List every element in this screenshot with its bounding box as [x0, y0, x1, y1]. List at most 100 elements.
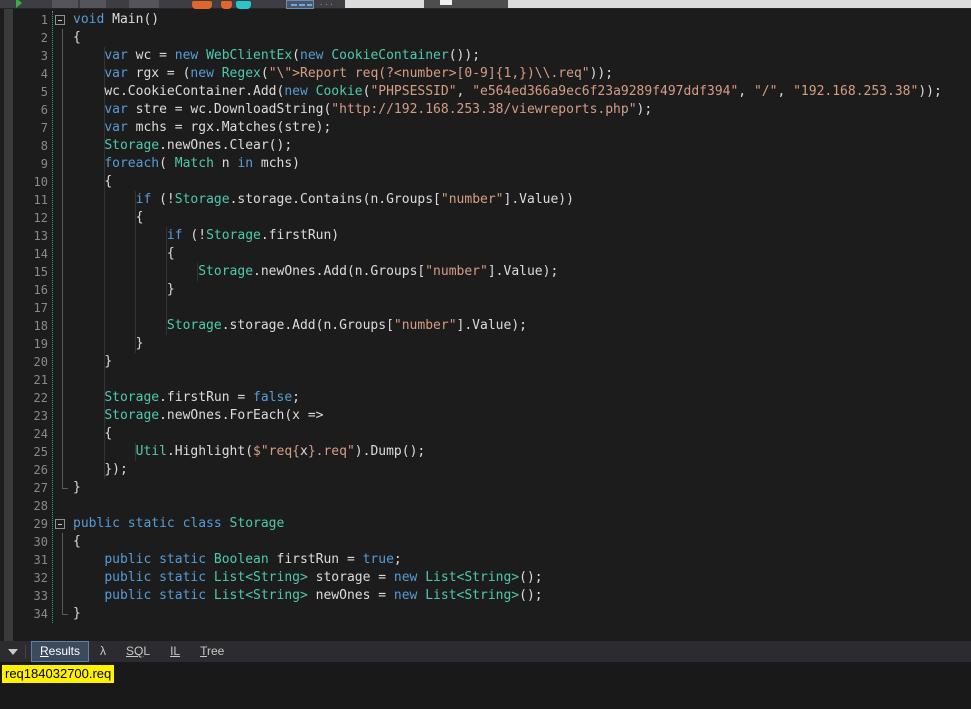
line-number: 25 — [0, 443, 48, 461]
line-number: 20 — [0, 353, 48, 371]
results-grid-toggle[interactable] — [286, 0, 314, 9]
code-line: 22 Storage.firstRun = false; — [0, 389, 971, 407]
pause-button[interactable] — [52, 0, 78, 8]
line-number: 7 — [0, 119, 48, 137]
tab-lambda[interactable]: λ — [91, 641, 115, 662]
toolbar-button[interactable] — [129, 0, 159, 8]
line-number: 1 — [0, 11, 48, 29]
line-number: 15 — [0, 263, 48, 281]
code-line: 14 { — [0, 245, 971, 263]
code-text: public static class Storage — [73, 515, 284, 533]
code-line: 27} — [0, 479, 971, 497]
code-text: } — [73, 281, 175, 299]
code-line: 26 }); — [0, 461, 971, 479]
code-line: 20 } — [0, 353, 971, 371]
code-line: 33 public static List<String> newOnes = … — [0, 587, 971, 605]
code-text: var mchs = rgx.Matches(stre); — [73, 119, 331, 137]
code-text: } — [73, 479, 81, 497]
code-line: 24 { — [0, 425, 971, 443]
code-line: 10 { — [0, 173, 971, 191]
fold-toggle-minus-icon[interactable] — [55, 519, 65, 529]
line-number: 14 — [0, 245, 48, 263]
code-line: 1 void Main() — [0, 11, 971, 29]
analyze-icon[interactable] — [236, 1, 251, 9]
code-line: 19 } — [0, 335, 971, 353]
tab-tree[interactable]: Tree — [191, 641, 233, 662]
toolbar-glyph-icon — [440, 0, 452, 5]
line-number: 28 — [0, 497, 48, 515]
line-number: 26 — [0, 461, 48, 479]
connection-selector[interactable] — [508, 0, 971, 8]
line-number: 22 — [0, 389, 48, 407]
code-text: Storage.newOnes.Add(n.Groups["number"].V… — [73, 263, 558, 281]
line-number: 31 — [0, 551, 48, 569]
fold-toggle-minus-icon[interactable] — [55, 15, 65, 25]
language-selector[interactable] — [345, 0, 424, 8]
code-text: var rgx = (new Regex("\">Report req(?<nu… — [73, 65, 613, 83]
toolbar-dark-section[interactable] — [424, 0, 508, 8]
code-line: 13 if (!Storage.firstRun) — [0, 227, 971, 245]
line-number: 6 — [0, 101, 48, 119]
stop-button[interactable] — [80, 0, 106, 8]
code-text: Storage.newOnes.Clear(); — [73, 137, 292, 155]
code-line: 8 Storage.newOnes.Clear(); — [0, 137, 971, 155]
line-number: 19 — [0, 335, 48, 353]
code-text: { — [73, 173, 112, 191]
code-line: 28 — [0, 497, 971, 515]
code-line: 2{ — [0, 29, 971, 47]
line-number: 12 — [0, 209, 48, 227]
code-text: if (!Storage.firstRun) — [73, 227, 339, 245]
tab-il[interactable]: IL — [161, 641, 189, 662]
code-text: Util.Highlight($"req{x}.req").Dump(); — [73, 443, 425, 461]
code-text: foreach( Match n in mchs) — [73, 155, 300, 173]
code-line: 18 Storage.storage.Add(n.Groups["number"… — [0, 317, 971, 335]
code-text: Storage.storage.Add(n.Groups["number"].V… — [73, 317, 527, 335]
flame-small-icon[interactable] — [221, 1, 232, 9]
code-editor[interactable]: 1void Main()2{3 var wc = new WebClientEx… — [0, 9, 971, 641]
code-line: 32 public static List<String> storage = … — [0, 569, 971, 587]
code-line: 29 public static class Storage — [0, 515, 971, 533]
code-text: var wc = new WebClientEx(new CookieConta… — [73, 47, 480, 65]
line-number: 2 — [0, 29, 48, 47]
code-text: { — [73, 533, 81, 551]
code-text: public static Boolean firstRun = true; — [73, 551, 402, 569]
code-text: } — [73, 335, 143, 353]
line-number: 10 — [0, 173, 48, 191]
code-lines: 1void Main()2{3 var wc = new WebClientEx… — [0, 11, 971, 623]
line-number: 8 — [0, 137, 48, 155]
code-text: } — [73, 605, 81, 623]
code-line: 3 var wc = new WebClientEx(new CookieCon… — [0, 47, 971, 65]
code-text: { — [73, 245, 175, 263]
code-text: { — [73, 425, 112, 443]
results-panel: req184032700.req — [0, 662, 971, 709]
code-line: 21 — [0, 371, 971, 389]
line-number: 13 — [0, 227, 48, 245]
code-line: 15 Storage.newOnes.Add(n.Groups["number"… — [0, 263, 971, 281]
tab-results[interactable]: Results — [31, 641, 89, 662]
run-icon[interactable] — [16, 0, 22, 8]
tab-divider — [25, 645, 26, 658]
collapse-panel-arrow-icon[interactable] — [8, 649, 18, 655]
line-number: 29 — [0, 515, 48, 533]
code-text: public static List<String> storage = new… — [73, 569, 543, 587]
line-number: 5 — [0, 83, 48, 101]
line-number: 27 — [0, 479, 48, 497]
code-text: wc.CookieContainer.Add(new Cookie("PHPSE… — [73, 83, 942, 101]
code-line: 30{ — [0, 533, 971, 551]
toolbar: ··· — [0, 0, 971, 9]
code-line: 25 Util.Highlight($"req{x}.req").Dump(); — [0, 443, 971, 461]
line-number: 16 — [0, 281, 48, 299]
code-line: 11 if (!Storage.storage.Contains(n.Group… — [0, 191, 971, 209]
code-text: void Main() — [73, 11, 159, 29]
code-text: Storage.newOnes.ForEach(x => — [73, 407, 323, 425]
tab-sql[interactable]: SQL — [117, 641, 159, 662]
line-number: 4 — [0, 65, 48, 83]
line-number: 11 — [0, 191, 48, 209]
code-line: 9 foreach( Match n in mchs) — [0, 155, 971, 173]
flame-icon[interactable] — [192, 1, 212, 9]
line-number: 21 — [0, 371, 48, 389]
code-text: }); — [73, 461, 128, 479]
line-number: 33 — [0, 587, 48, 605]
code-text: { — [73, 209, 143, 227]
code-line: 6 var stre = wc.DownloadString("http://1… — [0, 101, 971, 119]
